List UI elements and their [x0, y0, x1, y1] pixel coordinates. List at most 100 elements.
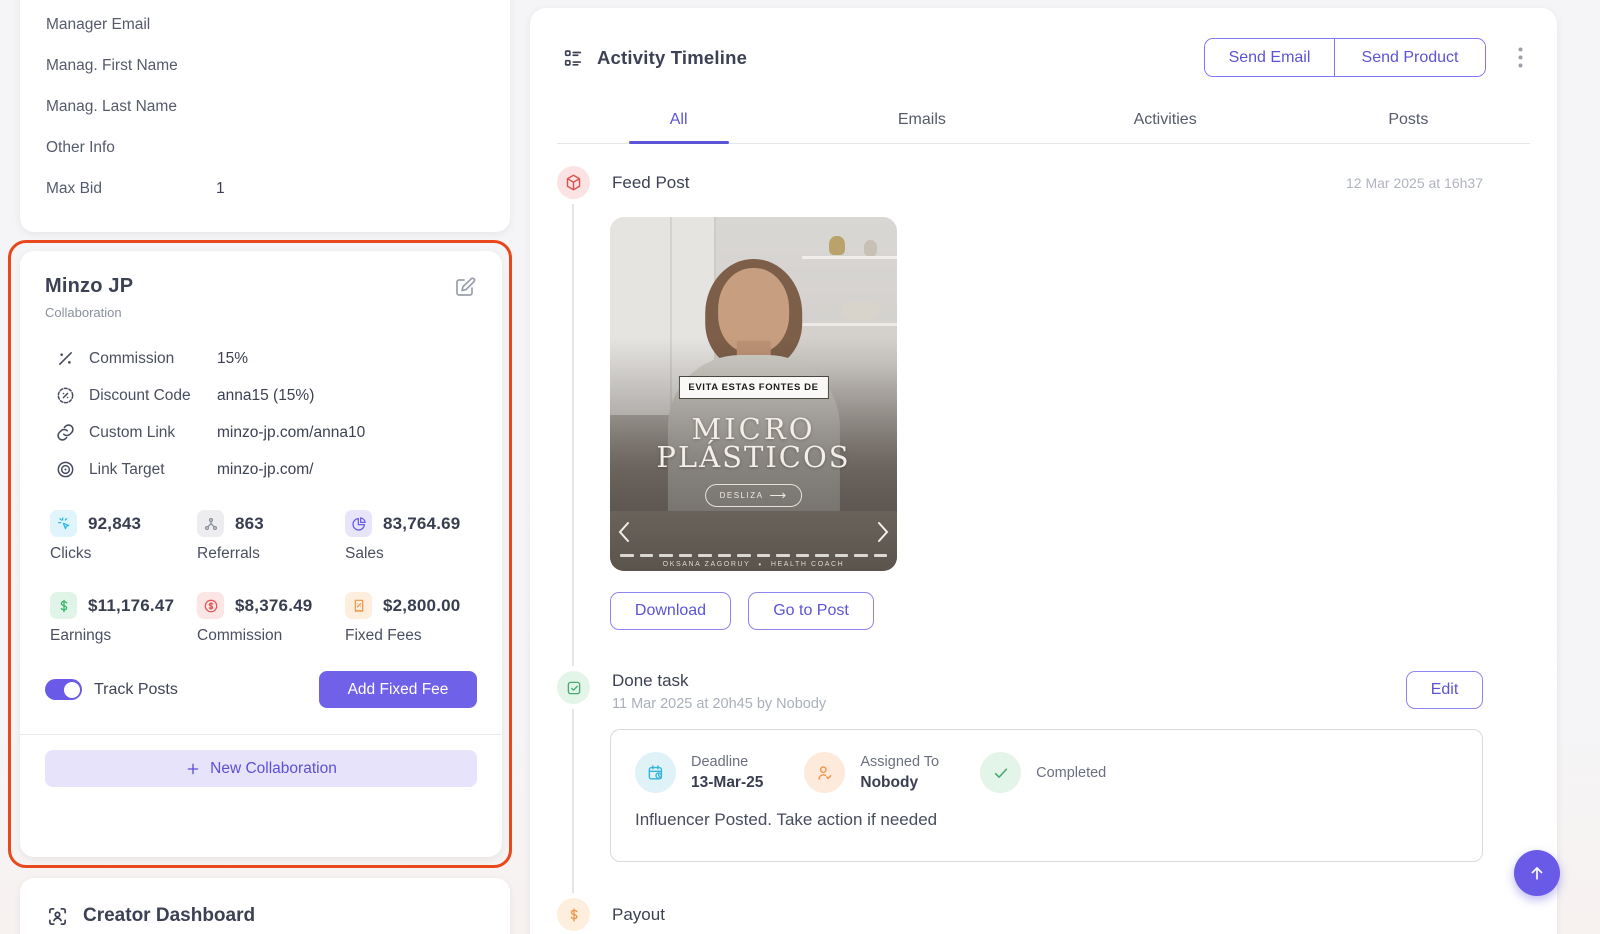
arrow-right-icon [770, 492, 787, 499]
task-note: Influencer Posted. Take action if needed [635, 810, 938, 829]
timeline-item-title: Payout [612, 904, 665, 924]
check-icon [980, 752, 1022, 793]
timeline-item-meta: 11 Mar 2025 at 20h45 by Nobody [612, 696, 827, 712]
field-label: Manager Email [46, 15, 151, 33]
carousel-prev-icon[interactable] [617, 521, 630, 543]
detail-row-link-target: Link Target minzo-jp.com/ [45, 451, 477, 488]
plus-icon [185, 761, 201, 777]
stat-value: $8,376.49 [235, 595, 313, 615]
stat-value: 92,843 [88, 513, 142, 533]
deadline-label: Deadline [691, 753, 749, 770]
send-product-button[interactable]: Send Product [1335, 39, 1485, 76]
stat-label: Commission [197, 627, 283, 644]
field-row-manag-last-name[interactable]: Manag. Last Name [46, 86, 484, 127]
stat-label: Clicks [50, 545, 92, 562]
target-icon [55, 459, 77, 481]
timeline-item-title: Done task [612, 671, 689, 690]
download-button[interactable]: Download [610, 592, 731, 630]
collaboration-title: Minzo JP [45, 275, 134, 297]
feed-post-image: EVITA ESTAS FONTES DE MICRO PLÁSTICOS DE… [610, 217, 897, 571]
task-assigned-group: Assigned To Nobody [804, 752, 939, 793]
add-fixed-fee-button[interactable]: Add Fixed Fee [319, 671, 477, 708]
track-posts-toggle[interactable] [45, 679, 82, 700]
field-row-manager-email[interactable]: Manager Email [46, 4, 484, 45]
timeline-item-done-task: Done task 11 Mar 2025 at 20h45 by Nobody… [557, 671, 1483, 862]
face-scan-icon [46, 905, 69, 928]
stat-label: Earnings [50, 627, 112, 644]
field-row-other-info[interactable]: Other Info [46, 127, 484, 168]
circle-dollar-icon [197, 592, 224, 619]
detail-label: Custom Link [89, 423, 176, 441]
detail-label: Discount Code [89, 386, 191, 404]
stat-clicks: 92,843 Clicks [50, 510, 197, 563]
pie-chart-icon [345, 510, 372, 537]
assigned-value: Nobody [860, 773, 919, 791]
detail-row-discount-code: Discount Code anna15 (15%) [45, 377, 477, 414]
collaboration-subtitle: Collaboration [45, 305, 122, 320]
field-label: Max Bid [46, 179, 102, 197]
activity-timeline-panel: Activity Timeline Send Email Send Produc… [530, 8, 1557, 934]
creator-dashboard-card: Creator Dashboard [20, 878, 510, 934]
stat-sales: 83,764.69 Sales [345, 510, 477, 563]
receipt-icon [345, 592, 372, 619]
tab-emails[interactable]: Emails [800, 97, 1043, 143]
carousel-progress [620, 554, 887, 557]
detail-label: Link Target [89, 460, 165, 478]
edit-task-button[interactable]: Edit [1406, 671, 1483, 709]
task-deadline-group: Deadline 13-Mar-25 [635, 752, 763, 793]
more-options-icon[interactable] [1511, 47, 1529, 68]
stat-commission: $8,376.49 Commission [197, 592, 345, 645]
completed-label: Completed [1036, 764, 1107, 781]
stat-value: 83,764.69 [383, 513, 461, 533]
post-cta-label: DESLIZA [719, 491, 764, 501]
deadline-value: 13-Mar-25 [691, 773, 764, 791]
collaboration-card: Minzo JP Collaboration Commission 15% Di… [20, 251, 502, 857]
send-actions-group: Send Email Send Product [1204, 38, 1486, 77]
timeline-item-timestamp: 12 Mar 2025 at 16h37 [1346, 174, 1483, 191]
go-to-post-button[interactable]: Go to Post [748, 592, 874, 630]
package-cube-icon [557, 166, 590, 199]
field-value[interactable]: 1 [216, 180, 225, 198]
detail-value: minzo-jp.com/anna10 [217, 423, 366, 441]
stat-fixed-fees: $2,800.00 Fixed Fees [345, 592, 477, 645]
edit-collaboration-icon[interactable] [453, 275, 477, 299]
stat-earnings: $11,176.47 Earnings [50, 592, 197, 645]
tab-activities[interactable]: Activities [1044, 97, 1287, 143]
payout-icon [557, 898, 590, 931]
post-cta-pill: DESLIZA [704, 484, 803, 508]
post-overlay-label: EVITA ESTAS FONTES DE [678, 376, 829, 400]
scroll-to-top-button[interactable] [1514, 850, 1560, 896]
new-collaboration-button[interactable]: New Collaboration [45, 750, 477, 787]
new-collaboration-label: New Collaboration [210, 759, 337, 777]
tab-posts[interactable]: Posts [1287, 97, 1530, 143]
carousel-next-icon[interactable] [877, 521, 890, 543]
post-credit: OKSANA ZAGORUY • HEALTH COACH [610, 560, 897, 569]
field-row-max-bid[interactable]: Max Bid 1 [46, 168, 484, 209]
link-icon [55, 422, 77, 444]
stat-value: $2,800.00 [383, 595, 461, 615]
post-credit-role: HEALTH COACH [770, 560, 845, 568]
field-label: Manag. First Name [46, 56, 178, 74]
percent-icon [55, 348, 77, 370]
profile-fields-card: Manager Email Manag. First Name Manag. L… [20, 0, 510, 232]
divider [20, 734, 502, 735]
task-completed-group: Completed [980, 752, 1106, 793]
discount-icon [55, 385, 77, 407]
timeline-list-icon [562, 47, 584, 69]
detail-value: minzo-jp.com/ [217, 460, 314, 478]
track-posts-label: Track Posts [94, 680, 178, 698]
stat-value: 863 [235, 513, 264, 533]
send-email-button[interactable]: Send Email [1205, 39, 1335, 76]
timeline-item-payout: Payout [557, 898, 1483, 931]
check-square-icon [557, 671, 590, 704]
tab-all[interactable]: All [557, 97, 800, 143]
referrals-icon [197, 510, 224, 537]
calendar-clock-icon [635, 752, 676, 793]
stat-value: $11,176.47 [88, 595, 175, 615]
post-headline-line2: PLÁSTICOS [656, 440, 851, 475]
detail-value: anna15 (15%) [217, 386, 315, 404]
panel-title: Activity Timeline [597, 46, 748, 68]
arrow-up-icon [1527, 863, 1547, 883]
creator-dashboard-title: Creator Dashboard [83, 905, 256, 926]
field-row-manag-first-name[interactable]: Manag. First Name [46, 45, 484, 86]
